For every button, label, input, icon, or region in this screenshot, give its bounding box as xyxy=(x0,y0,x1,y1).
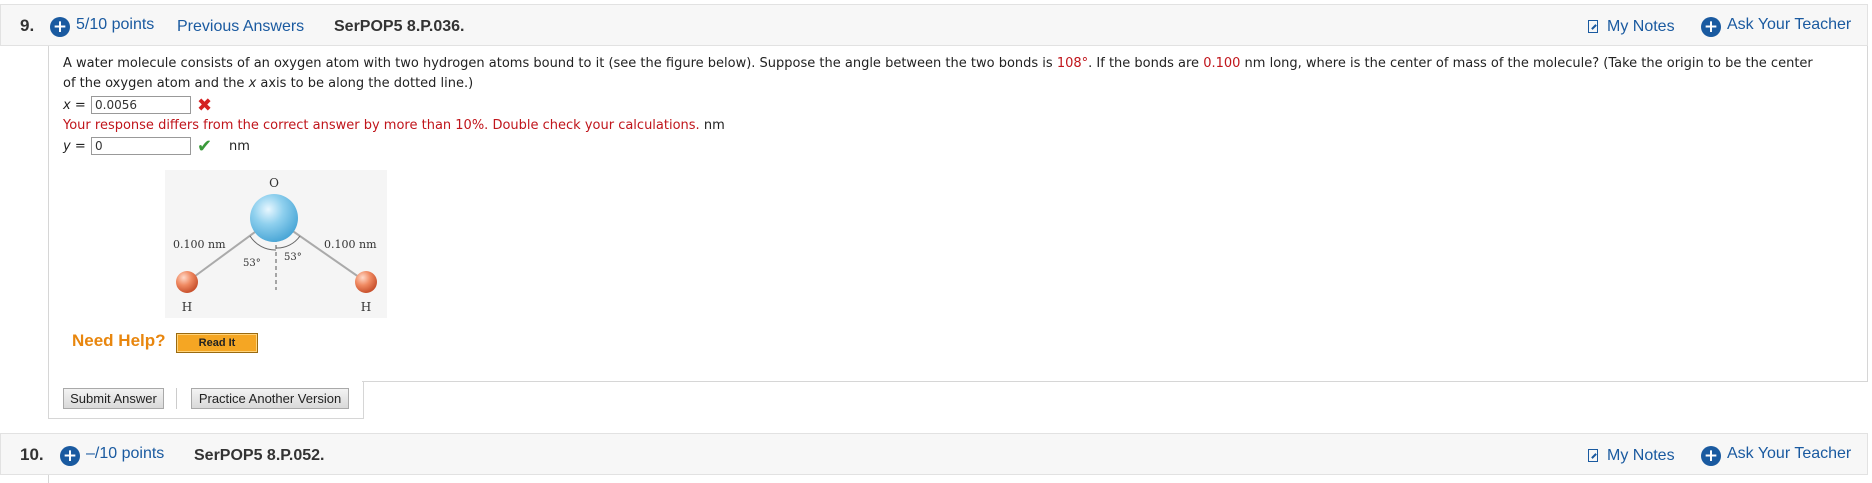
submit-answer-button[interactable]: Submit Answer xyxy=(63,388,164,409)
previous-answers-link[interactable]: Previous Answers xyxy=(177,18,304,36)
button-separator xyxy=(176,388,177,409)
x-answer-input[interactable] xyxy=(91,96,191,114)
feedback-row: Your response differs from the correct a… xyxy=(63,116,1863,136)
notes-icon xyxy=(1588,449,1598,462)
cross-icon: ✖ xyxy=(197,95,213,116)
need-help-label: Need Help? xyxy=(72,331,166,350)
question-number: 9. xyxy=(20,16,35,35)
read-it-button[interactable]: Read It xyxy=(176,333,258,353)
question-10-body-border xyxy=(48,475,49,483)
question-9-header: 9. +5/10 points Previous Answers SerPOP5… xyxy=(0,4,1868,46)
bond-length-left: 0.100 nm xyxy=(173,238,226,251)
question-body-border xyxy=(1867,46,1868,381)
problem-code: SerPOP5 8.P.052. xyxy=(194,447,325,464)
y-answer-input[interactable] xyxy=(91,137,191,155)
feedback-message: Your response differs from the correct a… xyxy=(63,118,700,133)
problem-text-line2: of the oxygen atom and the x axis to be … xyxy=(63,76,474,91)
ask-teacher-link[interactable]: + Ask Your Teacher xyxy=(1701,445,1851,466)
question-body-border xyxy=(362,381,1868,382)
notes-icon xyxy=(1588,20,1598,33)
my-notes-link[interactable]: My Notes xyxy=(1588,18,1675,36)
label-hydrogen-left: H xyxy=(182,300,192,314)
label-oxygen: O xyxy=(269,176,279,190)
label-hydrogen-right: H xyxy=(361,300,371,314)
x-label: x = xyxy=(63,98,86,113)
feedback-unit: nm xyxy=(703,118,725,133)
hydrogen-atom-right xyxy=(355,271,377,293)
angle-label-left: 53° xyxy=(243,258,261,269)
plus-icon: + xyxy=(1701,17,1721,37)
y-label: y = xyxy=(63,139,86,154)
angle-label-right: 53° xyxy=(284,252,302,263)
y-unit: nm xyxy=(229,139,250,154)
points-link[interactable]: +5/10 points xyxy=(50,16,154,37)
plus-icon: + xyxy=(1701,446,1721,466)
problem-code: SerPOP5 8.P.036. xyxy=(334,18,465,35)
practice-another-version-button[interactable]: Practice Another Version xyxy=(191,388,349,409)
problem-text: A water molecule consists of an oxygen a… xyxy=(63,56,1813,71)
angle-value: 108° xyxy=(1056,56,1089,71)
question-number: 10. xyxy=(20,445,44,464)
hydrogen-atom-left xyxy=(176,271,198,293)
water-molecule-figure: O H H 0.100 nm 0.100 nm 53° 53° xyxy=(165,170,387,318)
oxygen-atom xyxy=(250,194,298,242)
check-icon: ✔ xyxy=(197,136,213,157)
plus-icon: + xyxy=(50,17,70,37)
length-value: 0.100 xyxy=(1203,56,1241,71)
points-link[interactable]: + –/10 points xyxy=(60,445,164,466)
my-notes-link[interactable]: My Notes xyxy=(1588,447,1675,465)
plus-icon: + xyxy=(60,446,80,466)
question-10-header: 10. + –/10 points SerPOP5 8.P.052. My Not… xyxy=(0,433,1868,475)
ask-teacher-link[interactable]: + Ask Your Teacher xyxy=(1701,16,1851,37)
bond-length-right: 0.100 nm xyxy=(324,238,377,251)
